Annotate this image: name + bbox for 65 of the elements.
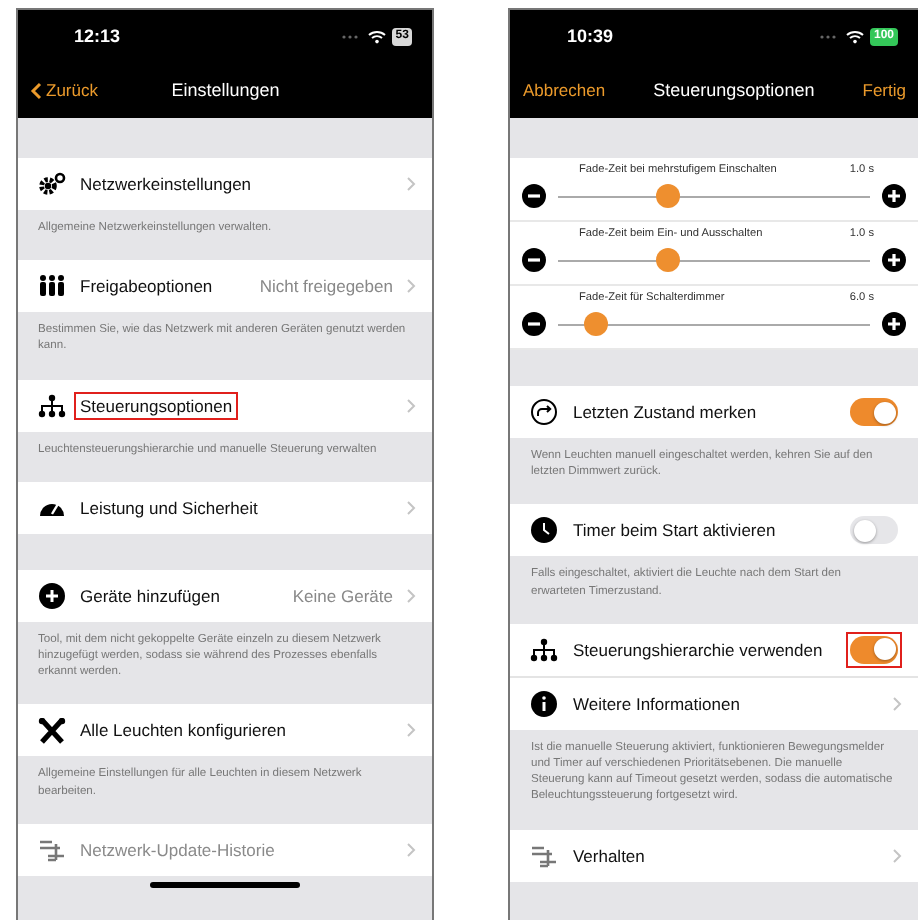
- chevron-right-icon: [406, 587, 417, 604]
- people-icon: [38, 274, 66, 299]
- row-label: Timer beim Start aktivieren: [570, 518, 778, 545]
- row-label: Alle Leuchten konfigurieren: [78, 718, 289, 745]
- status-time: 12:13: [74, 26, 121, 46]
- chevron-right-icon: [406, 722, 417, 739]
- slider-thumb[interactable]: [655, 184, 680, 208]
- minus-icon[interactable]: [522, 312, 547, 336]
- settings-row[interactable]: Netzwerkeinstellungen: [18, 158, 433, 210]
- plus-icon[interactable]: [882, 312, 906, 336]
- plus-icon[interactable]: [882, 248, 906, 272]
- gears-icon: [38, 172, 66, 196]
- row-label: Steuerungsoptionen: [74, 391, 239, 420]
- hierarchy-icon: [530, 637, 559, 662]
- row-label: Freigabeoptionen: [78, 274, 215, 301]
- row-value: Keine Geräte: [292, 585, 393, 606]
- chevron-right-icon: [406, 176, 417, 192]
- status-time: 10:39: [566, 26, 613, 46]
- row-label: Geräte hinzufügen: [78, 583, 222, 610]
- info-icon: [530, 689, 559, 718]
- row-label: Weitere Informationen: [570, 691, 742, 718]
- minus-icon[interactable]: [522, 248, 547, 272]
- add-icon: [38, 581, 66, 610]
- chevron-left-icon: [30, 81, 42, 99]
- signal-icon: [819, 33, 840, 39]
- toggle-switch[interactable]: [850, 516, 898, 545]
- screen-title: Einstellungen: [171, 80, 280, 100]
- settings-row[interactable]: Alle Leuchten konfigurieren: [18, 704, 433, 757]
- row-label: Leistung und Sicherheit: [78, 495, 260, 522]
- minus-icon[interactable]: [522, 184, 547, 208]
- settings-row[interactable]: Steuerungsoptionen: [18, 379, 433, 432]
- chevron-right-icon: [406, 499, 417, 516]
- settings-row[interactable]: Verhalten: [510, 829, 918, 882]
- chevron-right-icon: [406, 278, 417, 295]
- done-button[interactable]: Fertig: [862, 80, 906, 100]
- chevron-right-icon: [406, 841, 417, 858]
- chevron-right-icon: [892, 695, 902, 712]
- chevron-right-icon: [406, 397, 417, 414]
- plus-icon[interactable]: [882, 184, 906, 208]
- wifi-icon: [367, 29, 386, 43]
- settings-row[interactable]: Leistung und Sicherheit: [18, 481, 433, 534]
- row-label: Netzwerkeinstellungen: [78, 172, 254, 198]
- settings-row[interactable]: Geräte hinzufügen Keine Geräte: [18, 569, 433, 622]
- chevron-right-icon: [892, 847, 902, 864]
- clock-icon: [530, 516, 559, 545]
- row-label: Netzwerk-Update-Historie: [78, 837, 277, 864]
- hierarchy-icon: [38, 393, 66, 418]
- list-icon: [530, 843, 559, 868]
- row-label: Verhalten: [570, 843, 647, 870]
- row-label: Steuerungshierarchie verwenden: [570, 637, 825, 664]
- toggle-switch[interactable]: [850, 398, 898, 426]
- cancel-button[interactable]: Abbrechen: [522, 80, 606, 100]
- list-icon: [38, 837, 66, 862]
- wifi-icon: [845, 29, 864, 43]
- row-value: Nicht freigegeben: [259, 276, 393, 297]
- tools-icon: [38, 717, 66, 744]
- redo-icon: [530, 398, 559, 426]
- row-label: Letzten Zustand merken: [570, 400, 759, 426]
- slider-thumb[interactable]: [584, 312, 609, 336]
- signal-icon: [341, 33, 362, 39]
- screen-title: Steuerungsoptionen: [651, 80, 817, 100]
- slider-thumb[interactable]: [655, 248, 680, 272]
- settings-row[interactable]: Freigabeoptionen Nicht freigegeben: [18, 260, 433, 313]
- settings-row[interactable]: Weitere Informationen: [510, 677, 918, 730]
- back-button[interactable]: Zurück: [30, 80, 98, 100]
